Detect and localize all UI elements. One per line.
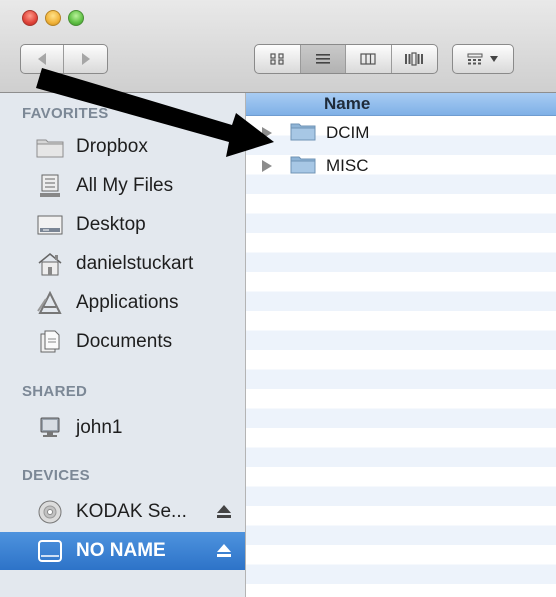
back-forward-control: [20, 44, 108, 74]
list-item-dcim[interactable]: DCIM: [246, 119, 556, 147]
favorites-section-title: FAVORITES: [22, 105, 109, 122]
column-header-label: Name: [324, 94, 371, 113]
sidebar: FAVORITES Dropbox All My Files Desktop d…: [0, 93, 246, 597]
list-view-button[interactable]: [300, 45, 346, 73]
sidebar-item-label: Documents: [76, 331, 173, 352]
sidebar-item-label: All My Files: [76, 175, 174, 196]
chevron-left-icon: [38, 53, 46, 65]
name-column-header[interactable]: Name: [246, 93, 556, 116]
devices-section-title: DEVICES: [22, 467, 90, 484]
list-item-label: DCIM: [326, 123, 370, 142]
home-icon: [36, 251, 64, 277]
sidebar-item-label: NO NAME: [76, 540, 166, 561]
disclosure-triangle-icon[interactable]: [262, 127, 272, 139]
grid-icon: [270, 53, 284, 65]
sidebar-item-dropbox[interactable]: Dropbox: [0, 128, 245, 166]
zoom-window-button[interactable]: [68, 10, 84, 26]
chevron-down-icon: [490, 56, 498, 62]
icon-view-button[interactable]: [255, 45, 301, 73]
desktop-icon: [36, 212, 64, 238]
eject-icon[interactable]: [215, 542, 233, 560]
forward-button[interactable]: [64, 45, 107, 73]
sidebar-item-john1[interactable]: john1: [0, 409, 245, 447]
arrange-button[interactable]: [452, 44, 514, 74]
all-files-icon: [36, 173, 64, 199]
back-button[interactable]: [21, 45, 65, 73]
file-list: Name DCIM MISC: [246, 93, 556, 597]
close-window-button[interactable]: [22, 10, 38, 26]
sidebar-item-documents[interactable]: Documents: [0, 323, 245, 361]
cover-flow-icon: [405, 52, 424, 66]
chevron-right-icon: [81, 53, 90, 65]
documents-icon: [36, 329, 64, 355]
sidebar-item-applications[interactable]: Applications: [0, 284, 245, 322]
shared-section-title: SHARED: [22, 383, 88, 400]
disclosure-triangle-icon[interactable]: [262, 160, 272, 172]
applications-icon: [36, 290, 64, 316]
folder-icon: [290, 154, 316, 179]
drive-icon: [36, 538, 64, 564]
sidebar-item-all-my-files[interactable]: All My Files: [0, 167, 245, 205]
arrange-icon: [467, 53, 483, 65]
sidebar-item-label: KODAK Se...: [76, 501, 187, 522]
sidebar-item-label: john1: [76, 417, 123, 438]
list-item-misc[interactable]: MISC: [246, 152, 556, 180]
eject-icon[interactable]: [215, 503, 233, 521]
sidebar-item-kodak[interactable]: KODAK Se...: [0, 493, 245, 531]
toolbar: [0, 0, 556, 93]
cover-flow-view-button[interactable]: [392, 45, 437, 73]
list-background: [246, 116, 556, 597]
computer-icon: [36, 415, 64, 441]
list-item-label: MISC: [326, 156, 369, 175]
column-view-button[interactable]: [346, 45, 392, 73]
folder-icon: [36, 134, 64, 160]
list-icon: [315, 54, 330, 64]
sidebar-item-label: danielstuckart: [76, 253, 194, 274]
finder-window: FAVORITES Dropbox All My Files Desktop d…: [0, 0, 556, 597]
sidebar-item-home[interactable]: danielstuckart: [0, 245, 245, 283]
minimize-window-button[interactable]: [45, 10, 61, 26]
columns-icon: [360, 53, 376, 65]
sidebar-item-no-name[interactable]: NO NAME: [0, 532, 245, 570]
sidebar-item-label: Desktop: [76, 214, 146, 235]
sidebar-item-label: Applications: [76, 292, 179, 313]
sidebar-item-desktop[interactable]: Desktop: [0, 206, 245, 244]
sidebar-item-label: Dropbox: [76, 136, 148, 157]
disc-icon: [36, 499, 64, 525]
folder-icon: [290, 121, 316, 146]
view-mode-control: [254, 44, 438, 74]
